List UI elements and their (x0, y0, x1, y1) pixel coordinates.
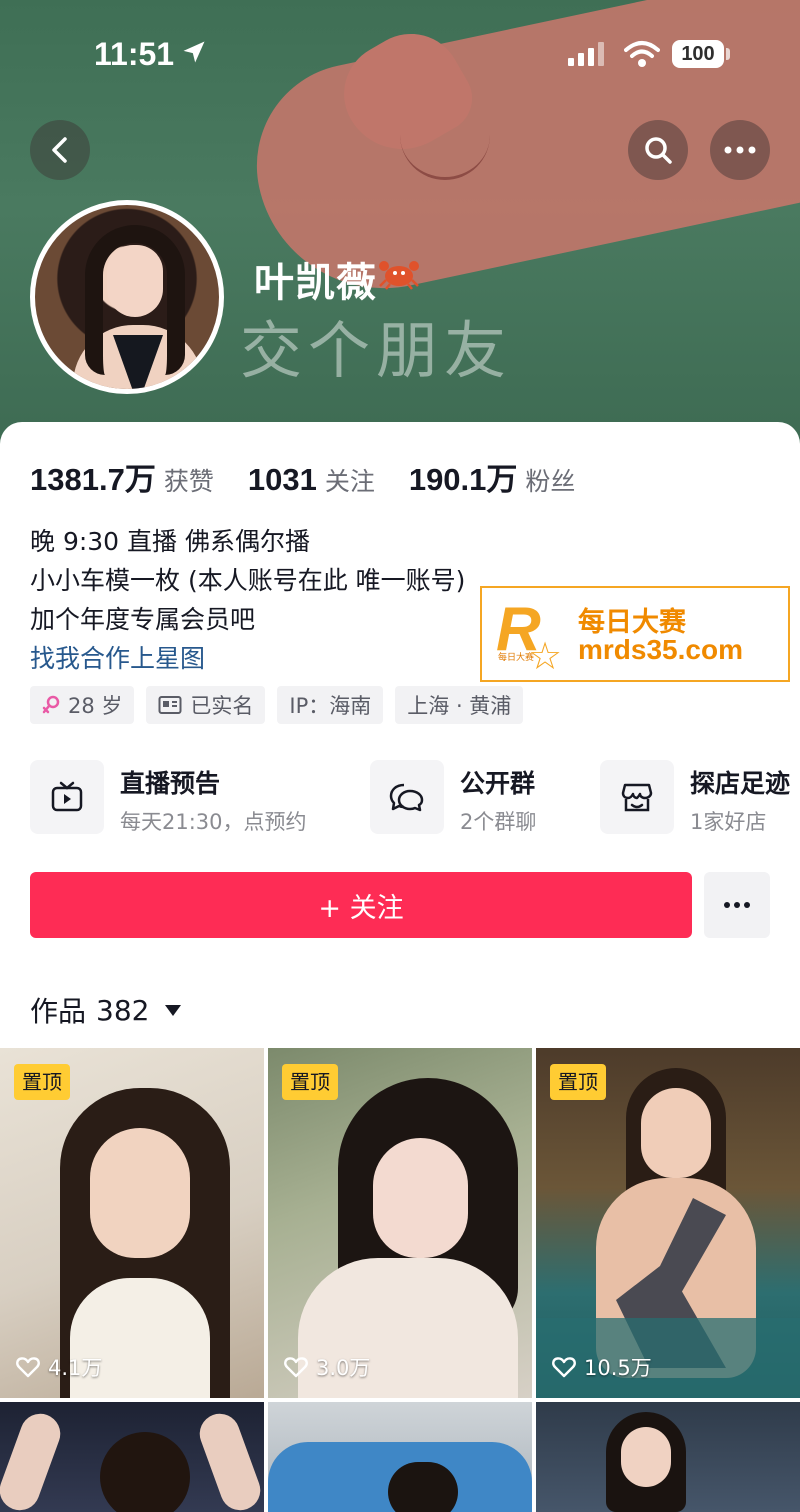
likes-count: 3.0万 (316, 1356, 371, 1380)
bio-line: 加个年度专属会员吧 (30, 605, 256, 634)
caret-down-icon (165, 1004, 182, 1016)
battery-tip (726, 48, 730, 60)
back-button[interactable] (30, 120, 90, 180)
chat-bubbles-icon (389, 783, 424, 812)
feature-entries: 直播预告 每天21:30，点预约 公开群 2个群聊 探店足迹 1家好店 (30, 760, 800, 836)
likes-count: 4.1万 (48, 1356, 103, 1380)
tag-text: IP：海南 (289, 694, 372, 718)
likes-count: 10.5万 (584, 1356, 652, 1380)
shop-icon (621, 783, 653, 812)
profile-tags: 28 岁 已实名 IP：海南 上海 · 黄浦 (30, 686, 524, 724)
avatar[interactable] (30, 200, 224, 394)
followers-label: 粉丝 (525, 467, 576, 496)
search-button[interactable] (628, 120, 688, 180)
feature-icon-box (600, 760, 674, 834)
work-thumbnail[interactable] (536, 1402, 800, 1512)
more-horizontal-icon (724, 146, 756, 154)
thumbnail-figure (100, 1432, 190, 1512)
avatar-face (107, 245, 163, 317)
works-count: 382 (96, 993, 150, 1027)
following-count[interactable]: 1031 (248, 462, 317, 498)
bio-line: 小小车模一枚 (本人账号在此 唯一账号) (30, 566, 466, 595)
tag-age: 28 岁 (30, 686, 135, 724)
bio-line: 晚 9:30 直播 佛系偶尔播 (30, 527, 310, 556)
more-horizontal-icon (724, 902, 750, 908)
tag-verified: 已实名 (146, 686, 266, 724)
work-thumbnail[interactable] (268, 1402, 532, 1512)
likes-badge: 4.1万 (16, 1352, 102, 1382)
work-thumbnail[interactable] (0, 1402, 264, 1512)
search-icon (645, 137, 672, 164)
star-icon: ☆ (528, 634, 563, 678)
feature-title: 直播预告 (120, 769, 221, 798)
location-arrow-icon (183, 41, 205, 63)
tag-text: 已实名 (190, 694, 254, 718)
followers-count[interactable]: 190.1万 (409, 454, 518, 499)
thumbnail-face (621, 1427, 671, 1487)
tag-text: 上海 · 黄浦 (407, 694, 512, 718)
tag-ip: IP：海南 (277, 686, 384, 724)
likes-label: 获赞 (163, 467, 214, 496)
works-tab[interactable]: 作品 382 (30, 990, 182, 1030)
feature-title: 探店足迹 (690, 769, 791, 798)
heart-icon (552, 1357, 576, 1378)
profile-stats: 1381.7万 获赞 1031 关注 190.1万 粉丝 (30, 454, 609, 499)
feature-icon-box (370, 760, 444, 834)
tv-icon (51, 781, 83, 812)
feature-icon-box (30, 760, 104, 834)
likes-badge: 10.5万 (552, 1352, 652, 1382)
thumbnail-face (641, 1088, 711, 1178)
chevron-left-icon (52, 137, 67, 163)
heart-icon (284, 1357, 308, 1378)
battery-indicator: 100 (672, 40, 724, 68)
work-thumbnail[interactable]: 置顶 4.1万 (0, 1048, 264, 1398)
work-thumbnail[interactable]: 置顶 10.5万 (536, 1048, 800, 1398)
follow-more-button[interactable] (704, 872, 770, 938)
status-time: 11:51 (94, 36, 175, 72)
female-icon (42, 695, 60, 714)
tag-location: 上海 · 黄浦 (395, 686, 524, 724)
likes-count[interactable]: 1381.7万 (30, 454, 156, 499)
thumbnail-face (90, 1128, 190, 1258)
thumbnail-arm (0, 1408, 66, 1512)
bio-link[interactable]: 找我合作上星图 (30, 639, 465, 678)
wifi-icon (624, 41, 660, 67)
status-bar: 11:51 100 (0, 30, 800, 80)
pinned-badge: 置顶 (550, 1064, 606, 1100)
heart-icon (16, 1357, 40, 1378)
profile-bio: 晚 9:30 直播 佛系偶尔播 小小车模一枚 (本人账号在此 唯一账号) 加个年… (30, 522, 465, 678)
thumbnail-face (373, 1138, 468, 1258)
feature-subtitle: 1家好店 (690, 810, 767, 834)
feature-subtitle: 每天21:30，点预约 (120, 810, 307, 834)
likes-badge: 3.0万 (284, 1352, 370, 1382)
thumbnail-figure (388, 1462, 458, 1512)
work-thumbnail[interactable]: 置顶 3.0万 (268, 1048, 532, 1398)
watermark-url: mrds35.com (578, 634, 743, 665)
crab-badge-icon (379, 261, 419, 290)
thumbnail-arm (194, 1408, 264, 1512)
feature-subtitle: 2个群聊 (460, 810, 537, 834)
cellular-signal-icon (568, 42, 604, 66)
cover-slogan: 交个朋友 (240, 314, 513, 387)
profile-name: 叶凯薇 (254, 260, 377, 306)
tag-text: 28 岁 (68, 694, 123, 718)
feature-title: 公开群 (460, 769, 536, 798)
id-card-icon (158, 696, 182, 714)
more-options-button[interactable] (710, 120, 770, 180)
works-label: 作品 (30, 995, 87, 1028)
pinned-badge: 置顶 (14, 1064, 70, 1100)
watermark-logo: R 每日大赛 ☆ 每日大赛 mrds35.com (480, 586, 790, 682)
pinned-badge: 置顶 (282, 1064, 338, 1100)
follow-button[interactable]: + 关注 (30, 872, 692, 938)
following-label: 关注 (324, 467, 375, 496)
